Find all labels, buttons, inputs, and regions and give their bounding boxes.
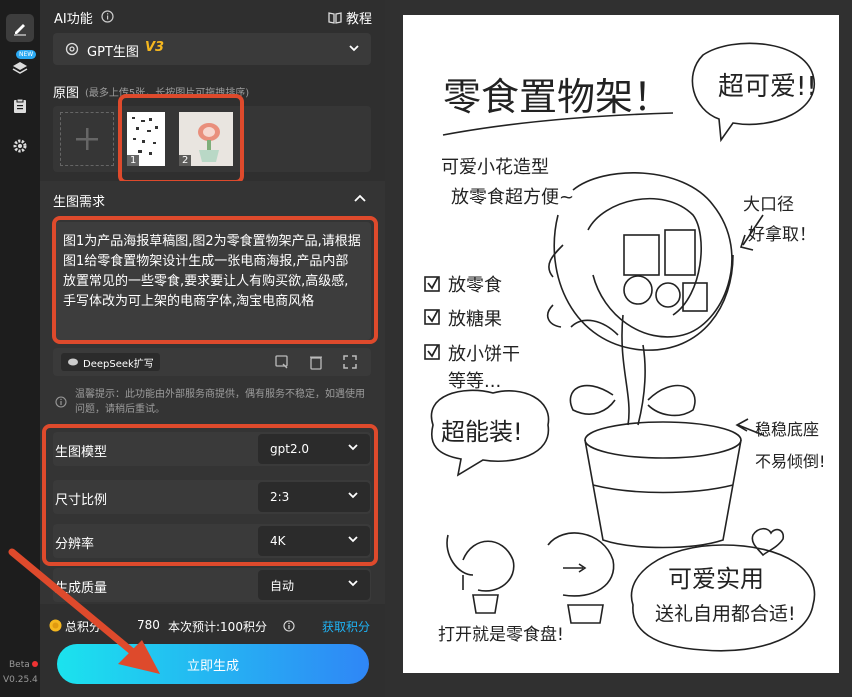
model-picker[interactable]: GPT生图 V3 <box>53 33 371 65</box>
svg-text:不易倾倒!: 不易倾倒! <box>755 452 825 471</box>
deepseek-expand-button[interactable]: DeepSeek扩写 <box>61 353 160 371</box>
source-title: 原图 <box>53 86 80 101</box>
svg-text:放糖果: 放糖果 <box>448 309 502 330</box>
prompt-toolbar: DeepSeek扩写 <box>53 348 371 376</box>
highlight-box-prompt <box>52 216 378 344</box>
trash-icon[interactable] <box>309 354 323 370</box>
new-badge: NEW <box>16 50 37 59</box>
svg-text:放小饼干: 放小饼干 <box>448 344 520 365</box>
poster-sketch-drawing: 零食置物架！ 超可爱!! 可爱小花造型 放零食超方便~ 大口径 好拿取！ 放零食… <box>424 42 825 652</box>
chevron-down-icon <box>348 580 358 587</box>
notice-info-icon <box>55 396 67 408</box>
svg-text:打开就是零食盘!: 打开就是零食盘! <box>438 625 564 645</box>
fullscreen-icon[interactable] <box>343 355 357 369</box>
poster-bubble-top: 超可爱!! <box>718 72 817 102</box>
plus-icon <box>76 128 98 150</box>
panel-title: AI功能 <box>54 12 93 27</box>
svg-text:可爱实用: 可爱实用 <box>668 565 764 593</box>
edit-tool-button[interactable] <box>6 14 34 42</box>
info-icon[interactable] <box>101 10 114 23</box>
upload-add-button[interactable] <box>60 112 114 166</box>
red-arrow-annotation <box>8 548 160 674</box>
estimate-info-icon[interactable] <box>283 620 295 632</box>
svg-text:超能装!: 超能装! <box>441 418 523 446</box>
pencil-icon <box>14 24 26 36</box>
chevron-up-icon[interactable] <box>354 194 366 202</box>
tutorial-link[interactable]: 教程 <box>328 8 372 27</box>
gpt-logo-icon <box>65 42 79 56</box>
get-points-link[interactable]: 获取积分 <box>322 618 370 635</box>
svg-text:好拿取！: 好拿取！ <box>748 224 816 245</box>
gear-icon <box>13 139 27 153</box>
whale-icon <box>68 358 78 366</box>
svg-text:可爱小花造型: 可爱小花造型 <box>441 157 549 178</box>
prompt-title: 生图需求 <box>53 195 106 210</box>
book-icon <box>328 11 342 24</box>
service-notice: 温馨提示：此功能由外部服务商提供，偶有服务不稳定，如遇使用问题，请稍后重试。 <box>75 389 365 415</box>
highlight-box-images <box>118 94 244 184</box>
svg-text:等等...: 等等... <box>448 371 501 392</box>
svg-text:大口径: 大口径 <box>743 195 794 215</box>
svg-text:送礼自用都合适!: 送礼自用都合适! <box>655 603 796 625</box>
chevron-down-icon <box>349 45 359 52</box>
quality-select[interactable]: 自动 <box>258 570 370 600</box>
svg-text:稳稳底座: 稳稳底座 <box>755 420 819 439</box>
history-icon[interactable] <box>274 354 290 370</box>
settings-tool-button[interactable] <box>6 132 34 160</box>
svg-text:放零食超方便~: 放零食超方便~ <box>451 187 574 208</box>
poster-sketch[interactable]: 零食置物架！ 超可爱!! 可爱小花造型 放零食超方便~ 大口径 好拿取！ 放零食… <box>403 15 839 673</box>
document-tool-button[interactable] <box>6 92 34 120</box>
canvas-area: 零食置物架！ 超可爱!! 可爱小花造型 放零食超方便~ 大口径 好拿取！ 放零食… <box>385 0 852 697</box>
layers-tool-button[interactable]: NEW <box>6 50 37 82</box>
svg-text:放零食: 放零食 <box>448 275 502 296</box>
clipboard-icon <box>14 98 26 113</box>
layers-icon <box>12 62 28 74</box>
poster-title: 零食置物架！ <box>443 75 671 119</box>
